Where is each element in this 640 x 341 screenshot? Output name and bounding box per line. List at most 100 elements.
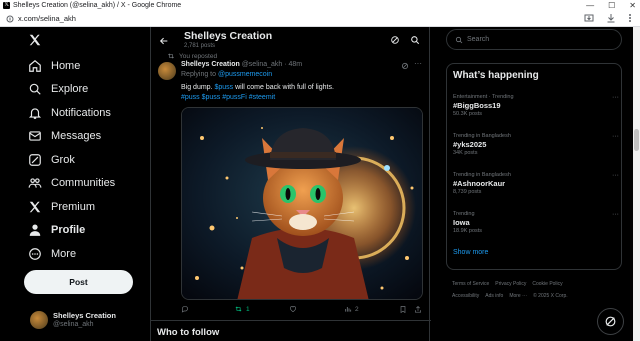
trend-name: #BiggBoss19 — [453, 101, 501, 110]
sidebar-item-explore[interactable]: Explore — [28, 79, 88, 99]
search-icon[interactable] — [410, 35, 420, 45]
search-icon — [455, 36, 463, 43]
minimize-icon[interactable]: — — [586, 0, 594, 11]
trend-more-icon[interactable]: ··· — [612, 211, 619, 218]
grok-icon[interactable] — [390, 35, 400, 45]
sidebar-item-grok[interactable]: Grok — [28, 150, 75, 170]
back-arrow-icon[interactable] — [159, 36, 169, 46]
account-handle: @selina_akh — [53, 321, 94, 328]
trend-posts: 34K posts — [453, 150, 478, 156]
left-sidebar: Home Explore Notifications Messages Grok… — [0, 27, 150, 341]
account-name: Shelleys Creation — [53, 311, 116, 320]
whats-happening-panel: What’s happening Entertainment · Trendin… — [446, 63, 622, 270]
repost-count: 1 — [246, 305, 250, 313]
tweet-author-meta: @selina_akh · 48m — [241, 61, 303, 68]
footer-link-privacy[interactable]: Privacy Policy — [495, 281, 526, 287]
person-icon — [29, 224, 41, 236]
sidebar-item-messages[interactable]: Messages — [28, 126, 101, 146]
x-logo-icon — [29, 201, 41, 213]
trend-category: Trending — [453, 211, 475, 217]
search-input[interactable]: Search — [446, 29, 622, 50]
sidebar-item-label: Explore — [51, 83, 89, 95]
search-placeholder: Search — [467, 36, 490, 43]
sidebar-item-label: Communities — [51, 177, 116, 189]
install-app-icon[interactable] — [584, 13, 594, 23]
sidebar-item-premium[interactable]: Premium — [28, 197, 95, 217]
grok-floating-button[interactable] — [597, 308, 624, 335]
footer-link-cookie[interactable]: Cookie Policy — [532, 281, 562, 287]
trend-posts: 50.3K posts — [453, 111, 483, 117]
sidebar-item-label: Home — [51, 60, 81, 72]
trend-item[interactable]: Trending in Bangladesh #AshnoorKaur 8,73… — [453, 172, 619, 195]
trend-posts: 18.9K posts — [453, 228, 483, 234]
trend-category: Trending in Bangladesh — [453, 172, 511, 178]
sidebar-item-more[interactable]: More — [28, 244, 76, 264]
who-to-follow-section: Who to follow — [151, 320, 431, 341]
grok-icon[interactable] — [401, 62, 409, 70]
envelope-icon — [29, 131, 41, 141]
repost-icon — [235, 306, 242, 312]
hashtags[interactable]: #puss $puss #pussFi #steemit — [181, 94, 275, 101]
profile-header: Shelleys Creation 2,781 posts — [151, 27, 431, 55]
tweet-header: Shelleys Creation @selina_akh · 48m — [181, 61, 302, 68]
repost-label: You reposted — [179, 52, 218, 60]
home-icon — [29, 59, 41, 72]
page-title: Shelleys Creation — [184, 30, 273, 42]
x-logo-icon[interactable] — [28, 33, 42, 47]
scrollbar-thumb[interactable] — [634, 129, 639, 151]
tweet-author-name[interactable]: Shelleys Creation — [181, 61, 240, 68]
browser-menu-icon[interactable] — [628, 13, 632, 23]
search-icon — [29, 83, 41, 95]
footer-link-accessibility[interactable]: Accessibility — [452, 293, 479, 299]
footer-link-terms[interactable]: Terms of Service — [452, 281, 489, 287]
trend-more-icon[interactable]: ··· — [612, 133, 619, 140]
sidebar-item-communities[interactable]: Communities — [28, 173, 115, 193]
footer-link-more[interactable]: More ··· — [509, 293, 527, 299]
sidebar-item-notifications[interactable]: Notifications — [28, 103, 111, 123]
avatar[interactable] — [158, 62, 176, 80]
repost-icon — [168, 53, 174, 59]
trend-category: Trending in Bangladesh — [453, 133, 511, 139]
address-bar[interactable]: x.com/selina_akh — [0, 11, 640, 27]
sidebar-item-home[interactable]: Home — [28, 56, 80, 76]
site-favicon-icon: 𝕏 — [3, 2, 10, 9]
cashtag-link[interactable]: $puss — [214, 84, 233, 91]
replying-to: Replying to @pussmemecoin — [181, 71, 272, 78]
bookmark-icon[interactable] — [399, 305, 407, 314]
heart-icon — [289, 306, 297, 313]
sidebar-item-label: More — [51, 248, 77, 260]
views-button[interactable]: 2 — [344, 305, 359, 313]
more-circle-icon — [29, 248, 41, 260]
grok-icon — [29, 154, 41, 166]
tweet-image[interactable] — [181, 107, 423, 300]
trend-name: #AshnoorKaur — [453, 179, 506, 188]
url-text[interactable]: x.com/selina_akh — [18, 13, 76, 25]
close-icon[interactable]: ✕ — [629, 0, 636, 11]
reply-button[interactable] — [181, 305, 192, 313]
trend-item[interactable]: Trending in Bangladesh #yks2025 34K post… — [453, 133, 619, 156]
more-options-icon[interactable]: ··· — [414, 59, 422, 68]
footer-link-ads[interactable]: Ads info — [485, 293, 503, 299]
like-button[interactable] — [289, 305, 300, 313]
trend-more-icon[interactable]: ··· — [612, 172, 619, 179]
trend-item[interactable]: Entertainment · Trending #BiggBoss19 50.… — [453, 94, 619, 117]
trend-more-icon[interactable]: ··· — [612, 94, 619, 101]
trend-item[interactable]: Trending Iowa 18.9K posts ··· — [453, 211, 619, 234]
sidebar-item-profile[interactable]: Profile — [28, 220, 85, 240]
download-icon[interactable] — [606, 13, 616, 23]
browser-title-bar: 𝕏 Shelleys Creation (@selina_akh) / X - … — [0, 0, 640, 11]
trend-name: #yks2025 — [453, 140, 487, 149]
post-button[interactable]: Post — [24, 270, 133, 294]
replying-to-link[interactable]: @pussmemecoin — [218, 71, 272, 78]
page-scrollbar[interactable] — [633, 27, 640, 341]
maximize-icon[interactable]: ☐ — [608, 0, 615, 11]
bell-icon — [28, 108, 42, 119]
reply-icon — [181, 305, 188, 313]
sidebar-item-label: Messages — [51, 130, 102, 142]
site-info-icon[interactable] — [6, 15, 14, 23]
share-icon[interactable] — [414, 305, 422, 314]
window-title: Shelleys Creation (@selina_akh) / X - Go… — [13, 2, 182, 9]
show-more-link[interactable]: Show more — [453, 249, 488, 256]
repost-button[interactable]: 1 — [234, 305, 250, 313]
tweet-text-start: Big dump. — [181, 84, 215, 91]
